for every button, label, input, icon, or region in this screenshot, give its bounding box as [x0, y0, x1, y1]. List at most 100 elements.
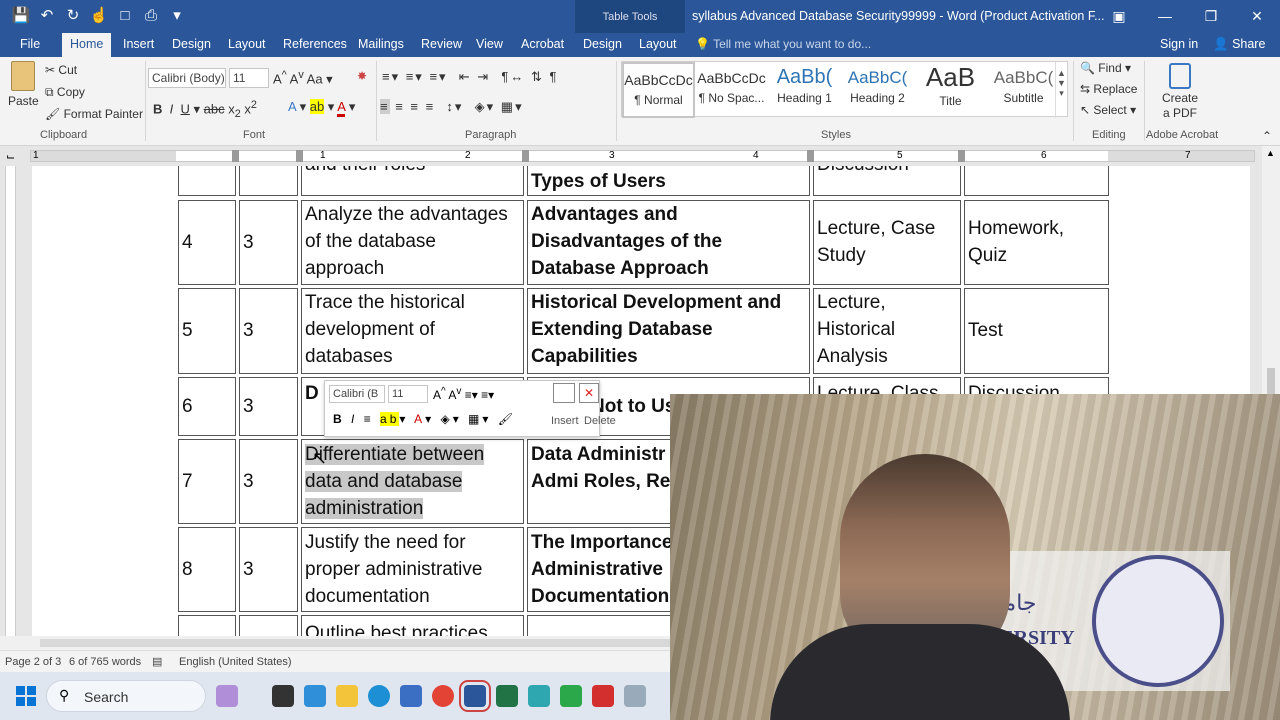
undo-icon[interactable]: ↶ [36, 6, 58, 26]
new-document-icon[interactable]: □ [114, 6, 136, 26]
column-marker[interactable] [296, 150, 303, 162]
app-icon[interactable] [624, 685, 646, 707]
style-title[interactable]: AaB Title [914, 62, 987, 118]
mini-delete-button[interactable]: Delete [584, 415, 616, 427]
tab-references[interactable]: References [283, 37, 347, 51]
app-icon[interactable] [272, 685, 294, 707]
tab-table-design[interactable]: Design [583, 37, 622, 51]
tab-acrobat[interactable]: Acrobat [521, 37, 564, 51]
style-normal[interactable]: AaBbCcDc ¶ Normal [622, 62, 695, 118]
clear-formatting-icon[interactable]: ✸ [357, 69, 367, 83]
excel-icon[interactable] [496, 685, 518, 707]
tab-insert[interactable]: Insert [123, 37, 154, 51]
table-cell-outcome[interactable]: Justify the need for proper administrati… [301, 527, 524, 612]
format-painter-button[interactable]: 🖌 Format Painter [45, 107, 143, 121]
app-icon[interactable] [528, 685, 550, 707]
collapse-ribbon-icon[interactable]: ⌃ [1262, 129, 1272, 143]
font-grow-shrink[interactable]: A^ Av Aa ▾ [273, 69, 333, 87]
table-cell-outcome[interactable]: Trace the historical development of data… [301, 288, 524, 374]
language-indicator[interactable]: English (United States) [179, 656, 292, 668]
copy-button[interactable]: ⧉ Copy [45, 85, 85, 100]
customize-icon[interactable]: ▾ [166, 6, 188, 26]
mini-grow-shrink[interactable]: A^ Av ≡▾ ≡▾ [433, 386, 494, 402]
table-cell-hours[interactable]: 3 [239, 377, 298, 436]
table-cell-method[interactable]: Lecture, Case Study [813, 200, 961, 285]
table-cell-assessment[interactable]: Test [964, 288, 1109, 374]
tab-selector-icon[interactable]: ⌙ [6, 150, 15, 163]
table-cell-method[interactable]: Discussion [813, 166, 961, 196]
table-cell-hours[interactable]: 3 [239, 288, 298, 374]
replace-button[interactable]: ⇆ Replace [1080, 82, 1137, 96]
print-preview-icon[interactable]: ⎙ [140, 6, 162, 26]
table-cell-outcome[interactable]: Differentiate between data and database … [301, 439, 524, 524]
table-cell-week[interactable]: 7 [178, 439, 236, 524]
table-cell-topic[interactable]: Types of Users [527, 166, 810, 196]
table-cell-method[interactable]: Lecture, Historical Analysis [813, 288, 961, 374]
proofing-icon[interactable]: ▤ [152, 655, 162, 668]
tell-me-search[interactable]: 💡 Tell me what you want to do... [695, 37, 871, 51]
create-pdf-button[interactable]: Create a PDF [1158, 63, 1202, 121]
column-marker[interactable] [232, 150, 239, 162]
table-cell-week[interactable]: 4 [178, 200, 236, 285]
style-no-spacing[interactable]: AaBbCcDc ¶ No Spac... [695, 62, 768, 118]
acrobat-icon[interactable] [592, 685, 614, 707]
table-cell-outcome[interactable]: Analyze the advantages of the database a… [301, 200, 524, 285]
font-size-combo[interactable]: 11 [229, 68, 269, 88]
minimize-button[interactable]: — [1142, 0, 1188, 32]
widget-icon[interactable] [216, 685, 238, 707]
mini-insert-button[interactable]: Insert [551, 415, 579, 427]
tab-review[interactable]: Review [421, 37, 462, 51]
tab-layout[interactable]: Layout [228, 37, 266, 51]
paste-button[interactable]: Paste [8, 61, 39, 108]
vertical-ruler[interactable] [0, 166, 20, 636]
table-cell-hours[interactable] [239, 166, 298, 196]
table-cell-week[interactable] [178, 166, 236, 196]
cut-button[interactable]: ✂ Cut [45, 63, 77, 77]
word-count[interactable]: 6 of 765 words [69, 656, 141, 668]
tab-view[interactable]: View [476, 37, 503, 51]
tab-mailings[interactable]: Mailings [358, 37, 404, 51]
file-explorer-icon[interactable] [336, 685, 358, 707]
text-effects-color[interactable]: A ▾ ab ▾ A ▾ [288, 99, 355, 117]
table-cell-week[interactable]: 8 [178, 527, 236, 612]
find-button[interactable]: 🔍 Find ▾ [1080, 61, 1131, 75]
table-cell-week[interactable] [178, 615, 236, 636]
table-cell-assessment[interactable] [964, 166, 1109, 196]
table-cell-assessment[interactable]: Homework, Quiz [964, 200, 1109, 285]
share-button[interactable]: 👤 Share [1213, 37, 1265, 52]
page-count[interactable]: Page 2 of 3 [5, 656, 61, 668]
alignment-buttons[interactable]: ≡ ≡ ≡ ≡ ↕▾ ◈▾ ▦▾ [380, 99, 524, 115]
close-button[interactable]: ✕ [1234, 0, 1280, 32]
sign-in-link[interactable]: Sign in [1160, 37, 1198, 51]
touch-mode-icon[interactable]: ☝ [88, 6, 110, 26]
table-cell-topic[interactable]: Historical Development and Extending Dat… [527, 288, 810, 374]
store-icon[interactable] [400, 685, 422, 707]
table-cell-week[interactable]: 6 [178, 377, 236, 436]
style-heading-2[interactable]: AaBbC(Heading 2 [841, 62, 914, 118]
table-cell-hours[interactable]: 3 [239, 200, 298, 285]
scroll-thumb[interactable] [1267, 368, 1275, 396]
font-name-combo[interactable]: Calibri (Body) [148, 68, 226, 88]
tab-home[interactable]: Home [62, 33, 112, 57]
app-icon[interactable] [304, 685, 326, 707]
table-cell-outcome[interactable]: Outline best practices [301, 615, 524, 636]
restore-button[interactable]: ❐ [1188, 0, 1234, 32]
table-cell-week[interactable]: 5 [178, 288, 236, 374]
column-marker[interactable] [522, 150, 529, 162]
save-icon[interactable]: 💾 [10, 6, 32, 26]
style-subtitle[interactable]: AaBbC(Subtitle [987, 62, 1060, 118]
list-buttons[interactable]: ≡▾ ≡▾ ≡▾ ⇤ ⇥ ¶↔ ⇅ ¶ [382, 69, 558, 85]
edge-icon[interactable] [368, 685, 390, 707]
table-cell-hours[interactable] [239, 615, 298, 636]
table-cell-topic[interactable]: Advantages and Disadvantages of the Data… [527, 200, 810, 285]
horizontal-ruler[interactable]: ⌙ 1 1 2 3 4 5 6 7 [0, 146, 1280, 166]
tab-file[interactable]: File [20, 37, 40, 51]
font-format-buttons[interactable]: B I U ▾ abc x2 x2 [153, 99, 257, 120]
column-marker[interactable] [958, 150, 965, 162]
taskbar-search[interactable]: ⚲ Search [46, 680, 206, 712]
word-icon[interactable] [459, 680, 491, 712]
tab-design[interactable]: Design [172, 37, 211, 51]
tab-table-layout[interactable]: Layout [639, 37, 677, 51]
mini-font-combo[interactable]: Calibri (B [329, 385, 385, 403]
scroll-up-icon[interactable]: ▲ [1266, 148, 1275, 158]
